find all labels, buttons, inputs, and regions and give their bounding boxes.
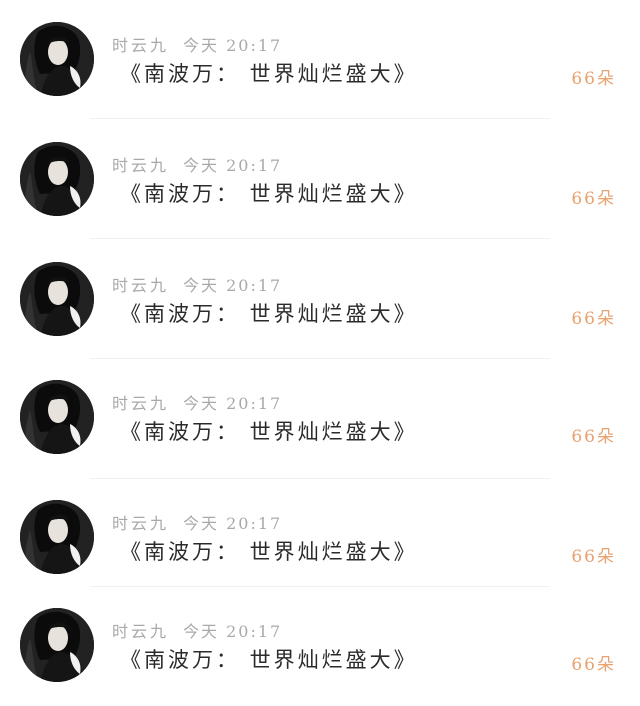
- timestamp: 今天 20:17: [183, 276, 283, 295]
- gift-count: 66朵: [571, 655, 616, 675]
- feed-item-meta: 时云九 今天 20:17: [112, 618, 283, 641]
- timestamp: 今天 20:17: [183, 622, 283, 641]
- feed-item-meta: 时云九 今天 20:17: [112, 510, 283, 533]
- username[interactable]: 时云九: [112, 394, 169, 413]
- timestamp: 今天 20:17: [183, 156, 283, 175]
- timestamp: 今天 20:17: [183, 394, 283, 413]
- feed-item-meta: 时云九 今天 20:17: [112, 390, 283, 413]
- feed-item[interactable]: 时云九 今天 20:17 《南波万： 世界灿烂盛大》 66朵: [0, 498, 640, 598]
- gift-count: 66朵: [571, 427, 616, 447]
- gift-count: 66朵: [571, 69, 616, 89]
- feed-item[interactable]: 时云九 今天 20:17 《南波万： 世界灿烂盛大》 66朵: [0, 260, 640, 360]
- feed-item[interactable]: 时云九 今天 20:17 《南波万： 世界灿烂盛大》 66朵: [0, 378, 640, 478]
- feed-item[interactable]: 时云九 今天 20:17 《南波万： 世界灿烂盛大》 66朵: [0, 140, 640, 240]
- divider: [90, 478, 550, 479]
- message-text: 《南波万： 世界灿烂盛大》: [120, 302, 418, 326]
- gift-feed-list: 时云九 今天 20:17 《南波万： 世界灿烂盛大》 66朵 时云九 今天 20:1…: [0, 0, 640, 703]
- user-avatar-icon[interactable]: [20, 608, 94, 682]
- username[interactable]: 时云九: [112, 156, 169, 175]
- user-avatar-icon[interactable]: [20, 22, 94, 96]
- message-text: 《南波万： 世界灿烂盛大》: [120, 540, 418, 564]
- divider: [90, 358, 550, 359]
- user-avatar-icon[interactable]: [20, 142, 94, 216]
- timestamp: 今天 20:17: [183, 36, 283, 55]
- divider: [90, 118, 550, 119]
- divider: [90, 238, 550, 239]
- feed-item-meta: 时云九 今天 20:17: [112, 152, 283, 175]
- feed-item[interactable]: 时云九 今天 20:17 《南波万： 世界灿烂盛大》 66朵: [0, 606, 640, 706]
- feed-item[interactable]: 时云九 今天 20:17 《南波万： 世界灿烂盛大》 66朵: [0, 20, 640, 120]
- username[interactable]: 时云九: [112, 622, 169, 641]
- user-avatar-icon[interactable]: [20, 500, 94, 574]
- gift-count: 66朵: [571, 309, 616, 329]
- message-text: 《南波万： 世界灿烂盛大》: [120, 648, 418, 672]
- gift-count: 66朵: [571, 189, 616, 209]
- feed-item-meta: 时云九 今天 20:17: [112, 32, 283, 55]
- message-text: 《南波万： 世界灿烂盛大》: [120, 62, 418, 86]
- username[interactable]: 时云九: [112, 276, 169, 295]
- username[interactable]: 时云九: [112, 514, 169, 533]
- message-text: 《南波万： 世界灿烂盛大》: [120, 182, 418, 206]
- username[interactable]: 时云九: [112, 36, 169, 55]
- feed-item-meta: 时云九 今天 20:17: [112, 272, 283, 295]
- timestamp: 今天 20:17: [183, 514, 283, 533]
- divider: [90, 586, 550, 587]
- message-text: 《南波万： 世界灿烂盛大》: [120, 420, 418, 444]
- user-avatar-icon[interactable]: [20, 380, 94, 454]
- user-avatar-icon[interactable]: [20, 262, 94, 336]
- gift-count: 66朵: [571, 547, 616, 567]
